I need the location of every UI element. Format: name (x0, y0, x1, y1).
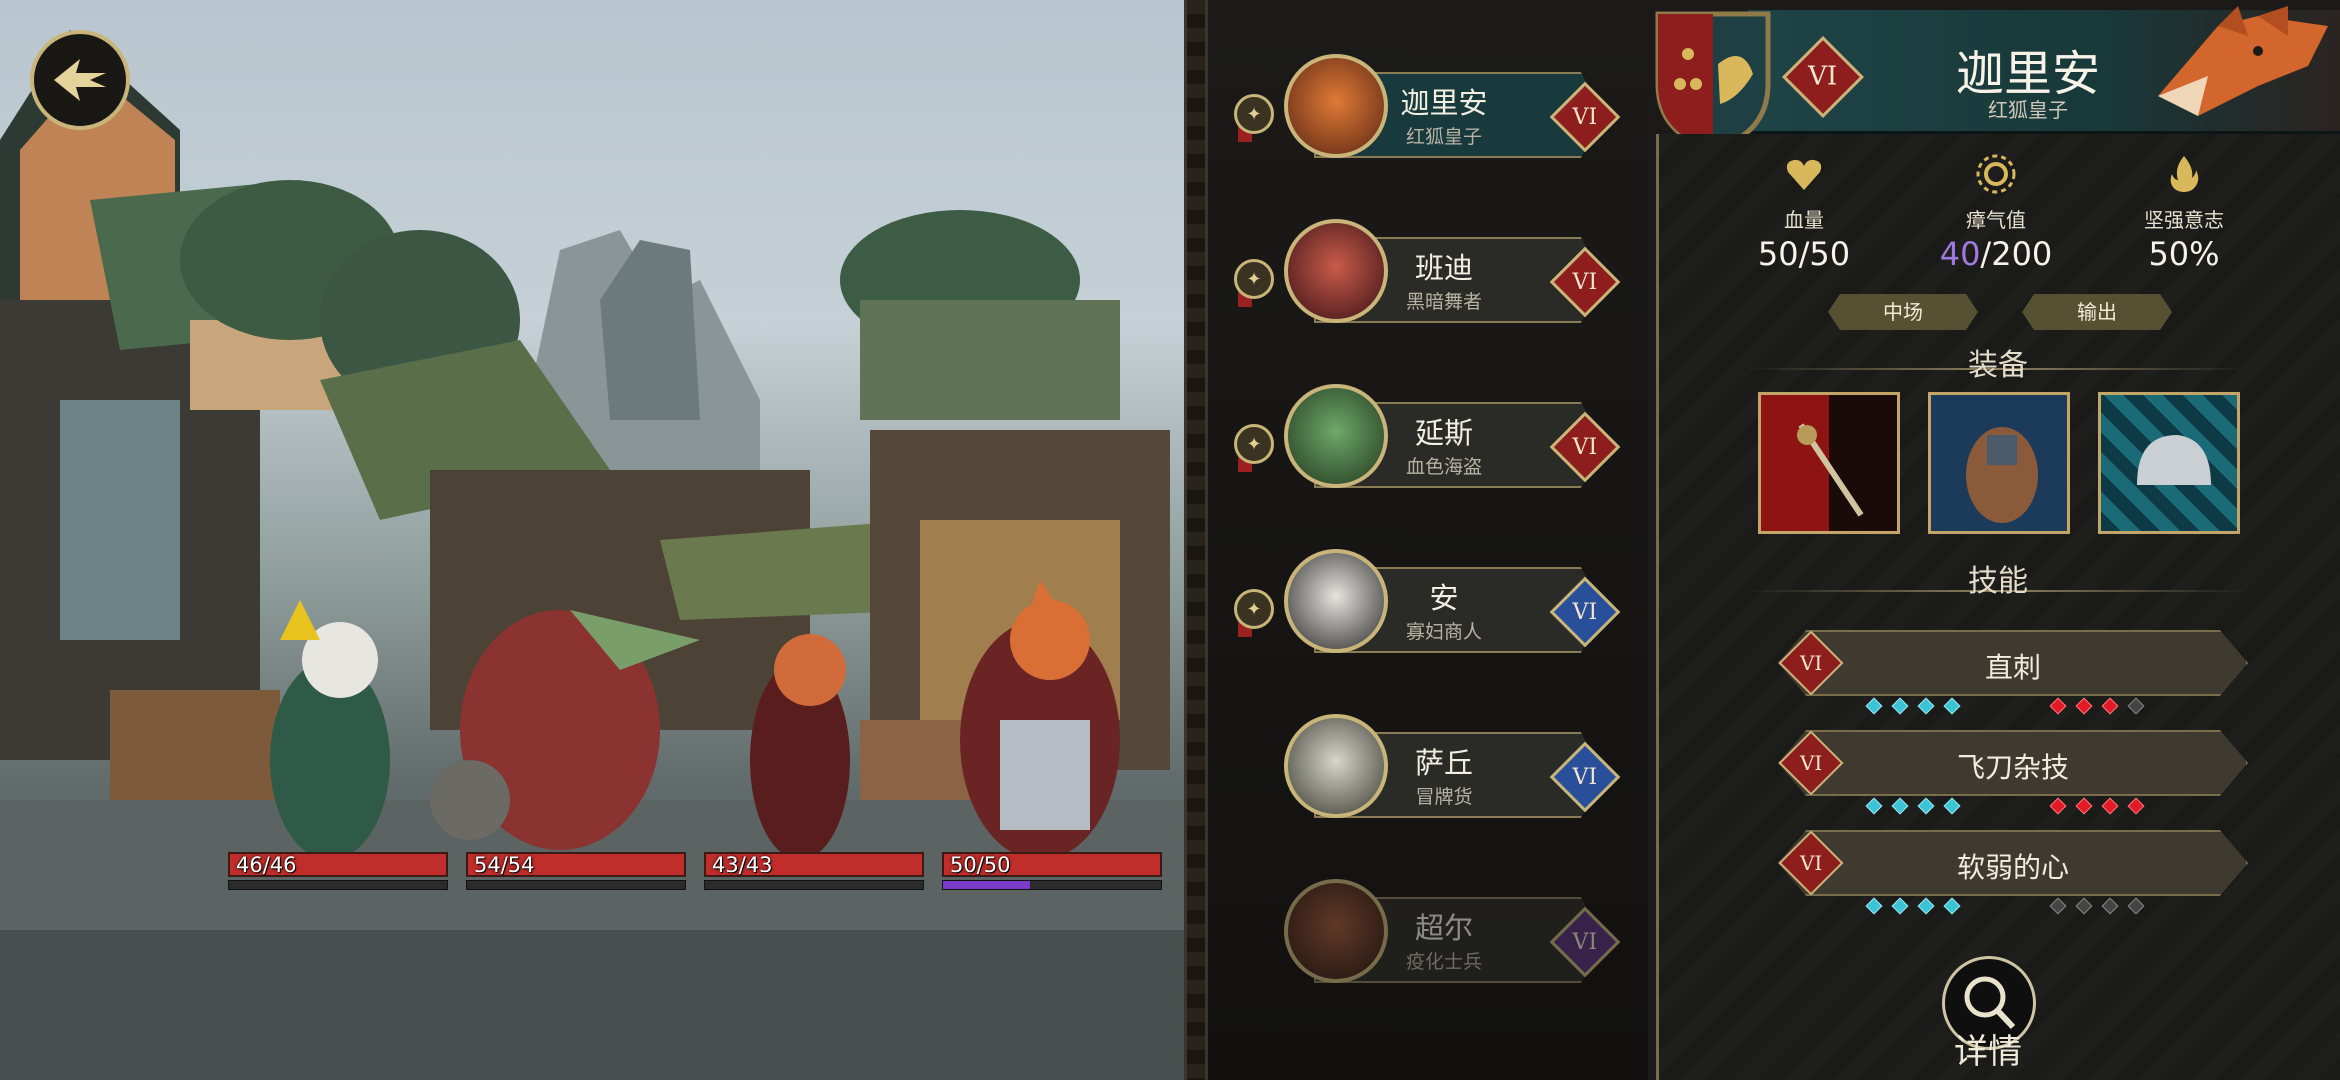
skill-target-dots (2049, 697, 2145, 715)
rank-badge-icon: ✦ (1234, 424, 1274, 464)
role-tag-damage: 输出 (2022, 294, 2172, 330)
party-characters (270, 580, 1120, 860)
skill-name: 飞刀杂技 (1956, 751, 2069, 784)
helmet-trinket-icon (2137, 435, 2211, 485)
skill-knife-juggling[interactable]: VI 飞刀杂技 (1778, 730, 2248, 815)
equipment-slot-trinket[interactable] (2098, 392, 2240, 534)
roster-item-chaoer[interactable]: 超尔 疫化士兵 VI (1234, 875, 1634, 985)
details-label: 详情 (1954, 1032, 2022, 1072)
roster-title: 红狐皇子 (1405, 126, 1482, 148)
roster-title: 黑暗舞者 (1405, 291, 1482, 313)
stat-label: 瘴气值 (1966, 208, 2026, 232)
skill-name: 软弱的心 (1956, 851, 2069, 884)
health-bar-bandi: 43/43 (704, 852, 924, 890)
skill-target-dots (2049, 897, 2145, 915)
health-bar-text: 46/46 (236, 853, 297, 877)
miasma-swirl-icon (1976, 154, 2016, 194)
stat-hp: 血量 50/50 (1724, 152, 1884, 273)
battle-scene: 46/46 54/54 43/43 50/50 (0, 0, 1184, 1080)
roster-name: 安 (1429, 581, 1459, 615)
fox-portrait-icon (2158, 6, 2328, 116)
roster-item-saqiu[interactable]: 萨丘 冒牌货 VI (1234, 710, 1634, 820)
stats-frame (1656, 134, 2340, 1080)
health-bar-galian: 50/50 (942, 852, 1162, 890)
health-bar-an: 46/46 (228, 852, 448, 890)
skills-title: 技能 (1968, 564, 2028, 599)
skill-name: 直刺 (1984, 651, 2041, 684)
roster-name: 萨丘 (1414, 746, 1473, 780)
character-jens[interactable] (430, 610, 700, 850)
health-bar-text: 50/50 (950, 853, 1011, 877)
stat-value: 50% (2148, 235, 2220, 273)
roster-title: 血色海盗 (1405, 456, 1482, 478)
back-button[interactable] (30, 30, 130, 130)
stat-label: 血量 (1784, 208, 1824, 232)
equipment-slot-weapon[interactable] (1758, 392, 1900, 534)
equipment-slot-armor[interactable] (1928, 392, 2070, 534)
roster-name: 超尔 (1414, 911, 1473, 945)
character-bandi[interactable] (750, 634, 850, 860)
skill-position-dots (1865, 697, 1961, 715)
heraldic-shield-icon (1655, 11, 1771, 152)
skill-position-dots (1865, 797, 1961, 815)
rank-badge-icon: ✦ (1234, 589, 1274, 629)
stat-willpower: 坚强意志 50% (2104, 152, 2264, 273)
cloak-armor-icon (1966, 427, 2038, 523)
health-bar-jens: 54/54 (466, 852, 686, 890)
roster-item-bandi[interactable]: ✦ 班迪 黑暗舞者 VI (1234, 215, 1634, 325)
skill-weak-heart[interactable]: VI 软弱的心 (1778, 830, 2248, 915)
panel-divider (1184, 0, 1208, 1080)
stat-value: 40/200 (1939, 235, 2053, 273)
character-subtitle: 红狐皇子 (1988, 98, 2068, 122)
health-bar-text: 54/54 (474, 853, 535, 877)
roster-name: 班迪 (1414, 251, 1473, 285)
stress-fill (943, 881, 1031, 889)
character-detail-panel: VI 迦里安 红狐皇子 血量 50/50 瘴气值 40/200 坚强意志 50%… (1648, 0, 2340, 1080)
roster-title: 疫化士兵 (1405, 951, 1482, 973)
roster-name: 迦里安 (1400, 86, 1488, 120)
rank-badge-icon: ✦ (1234, 259, 1274, 299)
role-tag-midfield: 中场 (1828, 294, 1978, 330)
equipment-title: 装备 (1968, 348, 2028, 383)
rapier-icon (1797, 423, 1864, 517)
flame-icon (2170, 156, 2199, 192)
roster-title: 寡妇商人 (1405, 621, 1482, 643)
skill-target-dots (2049, 797, 2145, 815)
skill-thrust[interactable]: VI 直刺 (1778, 630, 2248, 715)
heart-icon (1786, 159, 1822, 190)
health-bar-text: 43/43 (712, 853, 773, 877)
rank-badge-icon: ✦ (1234, 94, 1274, 134)
roster-name: 延斯 (1414, 416, 1473, 450)
roster-item-an[interactable]: ✦ 安 寡妇商人 VI (1234, 545, 1634, 655)
stat-value: 50/50 (1757, 235, 1851, 273)
character-an[interactable] (270, 600, 390, 860)
character-galian[interactable] (960, 580, 1120, 860)
roster-title: 冒牌货 (1415, 786, 1473, 808)
roster-item-galian[interactable]: ✦ 迦里安 红狐皇子 VI (1234, 50, 1634, 160)
skill-position-dots (1865, 897, 1961, 915)
back-arrow-icon (54, 59, 106, 101)
party-roster: ✦ 迦里安 红狐皇子 VI ✦ 班迪 黑暗舞者 VI ✦ 延斯 血色海盗 VI … (1208, 0, 1648, 1080)
roster-item-jens[interactable]: ✦ 延斯 血色海盗 VI (1234, 380, 1634, 490)
stat-label: 坚强意志 (2144, 208, 2224, 232)
stat-stress: 瘴气值 40/200 (1916, 152, 2076, 273)
